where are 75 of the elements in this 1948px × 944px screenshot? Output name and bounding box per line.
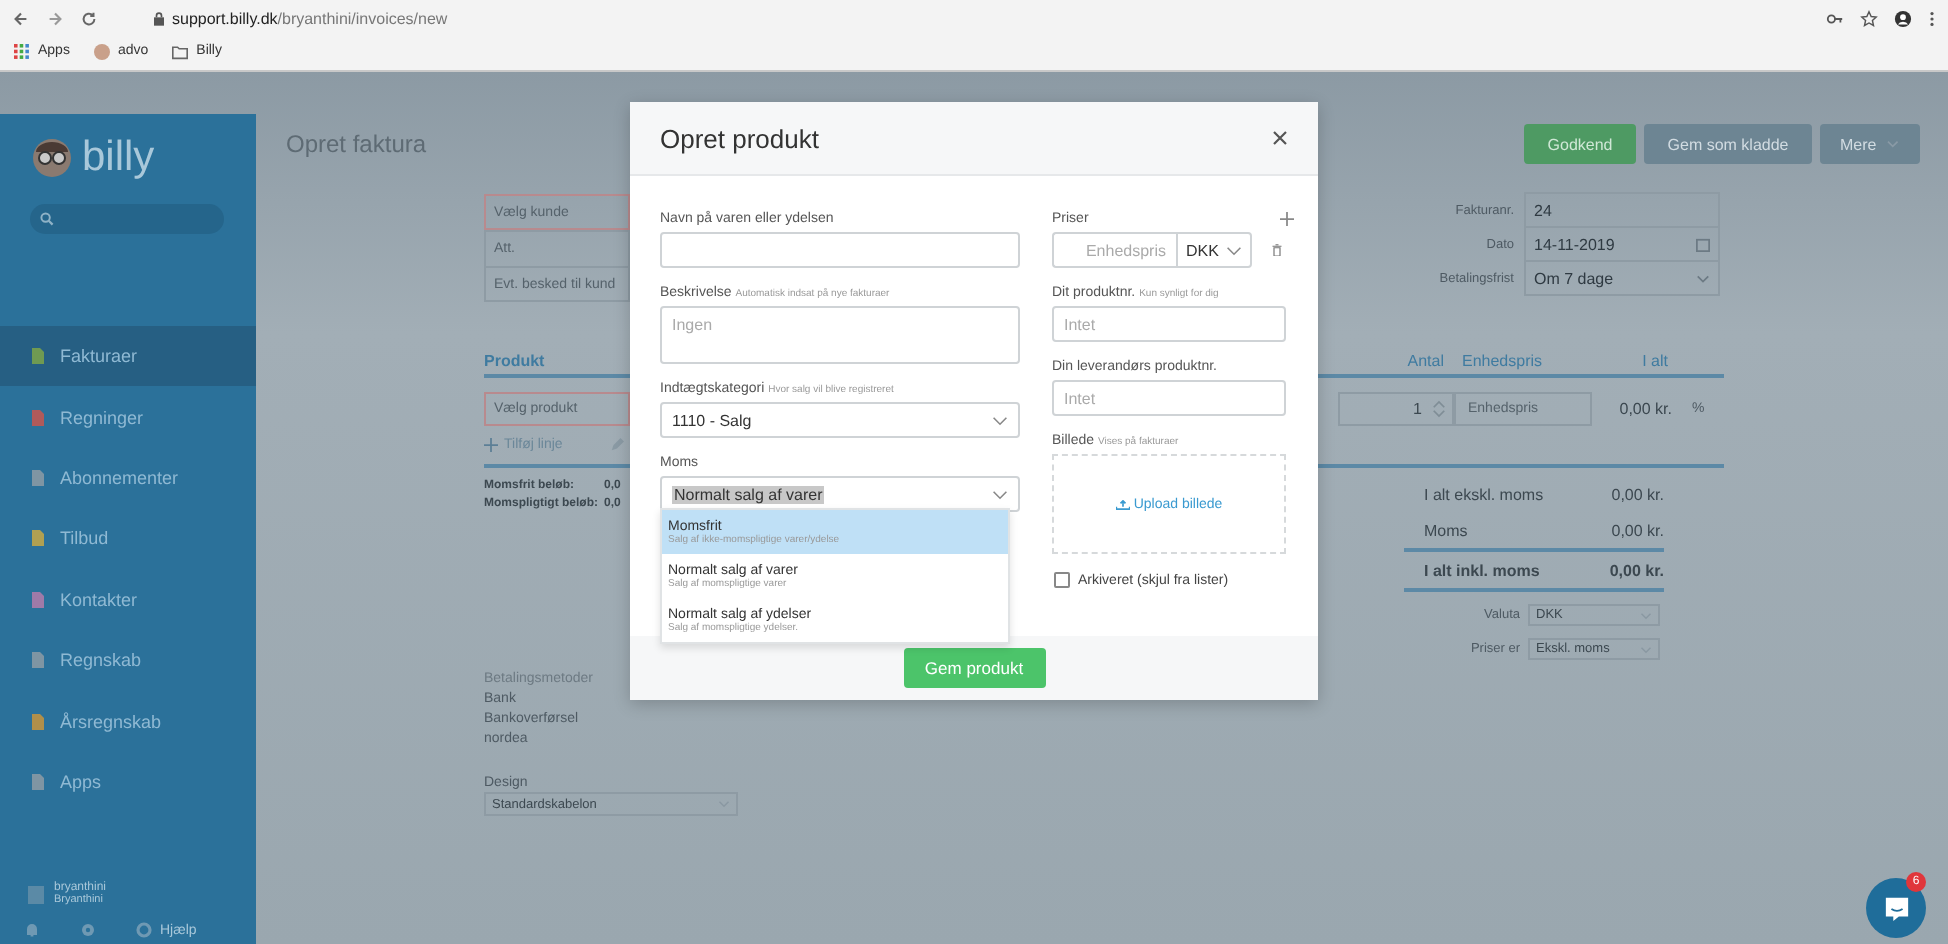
total-value: 0,00 kr. — [1609, 561, 1664, 579]
mascot-logo-icon — [32, 138, 72, 178]
total-value: 0,00 kr. — [1611, 521, 1664, 539]
lifebuoy-icon — [136, 922, 152, 938]
document-icon — [32, 591, 44, 608]
chevron-icon — [992, 415, 1008, 425]
nav-item[interactable]: Årsregnskab — [0, 690, 256, 752]
line-total: 0,00 kr. — [1617, 400, 1672, 418]
reload-icon[interactable] — [80, 9, 98, 27]
more-menu-button[interactable]: Mere — [1820, 124, 1920, 164]
input-field[interactable]: Intet — [1052, 380, 1286, 416]
chevron-icon — [1226, 245, 1242, 255]
folder-icon[interactable] — [172, 43, 189, 59]
lock-icon — [154, 11, 164, 25]
key-icon[interactable] — [1826, 9, 1844, 27]
nav-item[interactable]: Regnskab — [0, 629, 256, 691]
select-field[interactable]: 1110 - Salg — [660, 402, 1020, 438]
back-icon[interactable] — [12, 9, 30, 27]
column-header: I alt — [1642, 352, 1670, 370]
nav-item[interactable]: Fakturaer — [0, 326, 256, 387]
dialog-title: Opret produkt — [660, 123, 819, 153]
text-area[interactable]: Ingen — [660, 306, 1020, 364]
total-label: Moms — [1424, 521, 1468, 539]
select-field[interactable]: Om 7 dage — [1524, 260, 1720, 296]
chevron-icon — [992, 489, 1008, 499]
document-icon — [32, 652, 44, 669]
search-field[interactable] — [30, 204, 224, 234]
avatar-icon[interactable] — [93, 43, 110, 59]
trash-icon[interactable] — [1272, 244, 1282, 256]
upload-icon — [1115, 499, 1130, 509]
column-header: Enhedspris — [1460, 352, 1543, 370]
chevron-icon — [1696, 271, 1710, 285]
chat-bubble-icon — [1883, 895, 1909, 921]
input-field[interactable]: Intet — [1052, 306, 1286, 342]
search-icon — [40, 212, 54, 226]
total-label: I alt inkl. moms — [1424, 561, 1540, 579]
document-icon — [32, 469, 44, 486]
plus-icon[interactable] — [1280, 212, 1294, 226]
calendar-icon[interactable] — [1696, 237, 1710, 251]
checkbox[interactable] — [1054, 572, 1070, 588]
save-button[interactable]: Gem produkt — [903, 648, 1045, 688]
document-icon — [32, 530, 44, 547]
document-icon — [32, 348, 44, 365]
nav-item[interactable]: Regninger — [0, 386, 256, 448]
document-icon — [32, 713, 44, 730]
nav-item[interactable]: Abonnementer — [0, 447, 256, 509]
apps-grid-icon[interactable] — [14, 43, 30, 59]
input-field[interactable]: 14-11-2019 — [1524, 226, 1720, 262]
action-button[interactable]: Gem som kladde — [1644, 124, 1812, 164]
plus-icon — [484, 438, 498, 452]
total-label: I alt ekskl. moms — [1424, 485, 1544, 503]
nav-item[interactable]: Kontakter — [0, 569, 256, 630]
settings-icon[interactable] — [80, 922, 96, 938]
close-icon[interactable] — [1272, 130, 1288, 146]
forward-icon[interactable] — [46, 9, 64, 27]
column-header: Antal — [1407, 352, 1444, 370]
menu-icon[interactable] — [1928, 9, 1936, 27]
quantity-field[interactable]: 1 — [1338, 392, 1454, 426]
document-icon — [32, 409, 44, 426]
column-header: Produkt — [484, 352, 545, 370]
currency-select[interactable]: DKK — [1176, 232, 1252, 268]
star-icon[interactable] — [1860, 9, 1878, 27]
price-field[interactable]: Enhedspris — [1052, 232, 1176, 268]
input-field[interactable] — [660, 232, 1020, 268]
building-icon — [26, 884, 46, 904]
action-button[interactable]: Godkend — [1524, 124, 1636, 164]
logo-text: billy — [82, 138, 155, 178]
total-value: 0,00 kr. — [1611, 485, 1664, 503]
input-field[interactable]: 24 — [1524, 192, 1720, 228]
address-bar[interactable]: support.billy.dk/bryanthini/invoices/new — [172, 9, 448, 27]
nav-item[interactable]: Tilbud — [0, 508, 256, 570]
nav-item[interactable]: Apps — [0, 751, 256, 813]
document-icon — [32, 773, 44, 790]
bell-icon[interactable] — [24, 922, 40, 938]
account-icon[interactable] — [1894, 9, 1912, 27]
